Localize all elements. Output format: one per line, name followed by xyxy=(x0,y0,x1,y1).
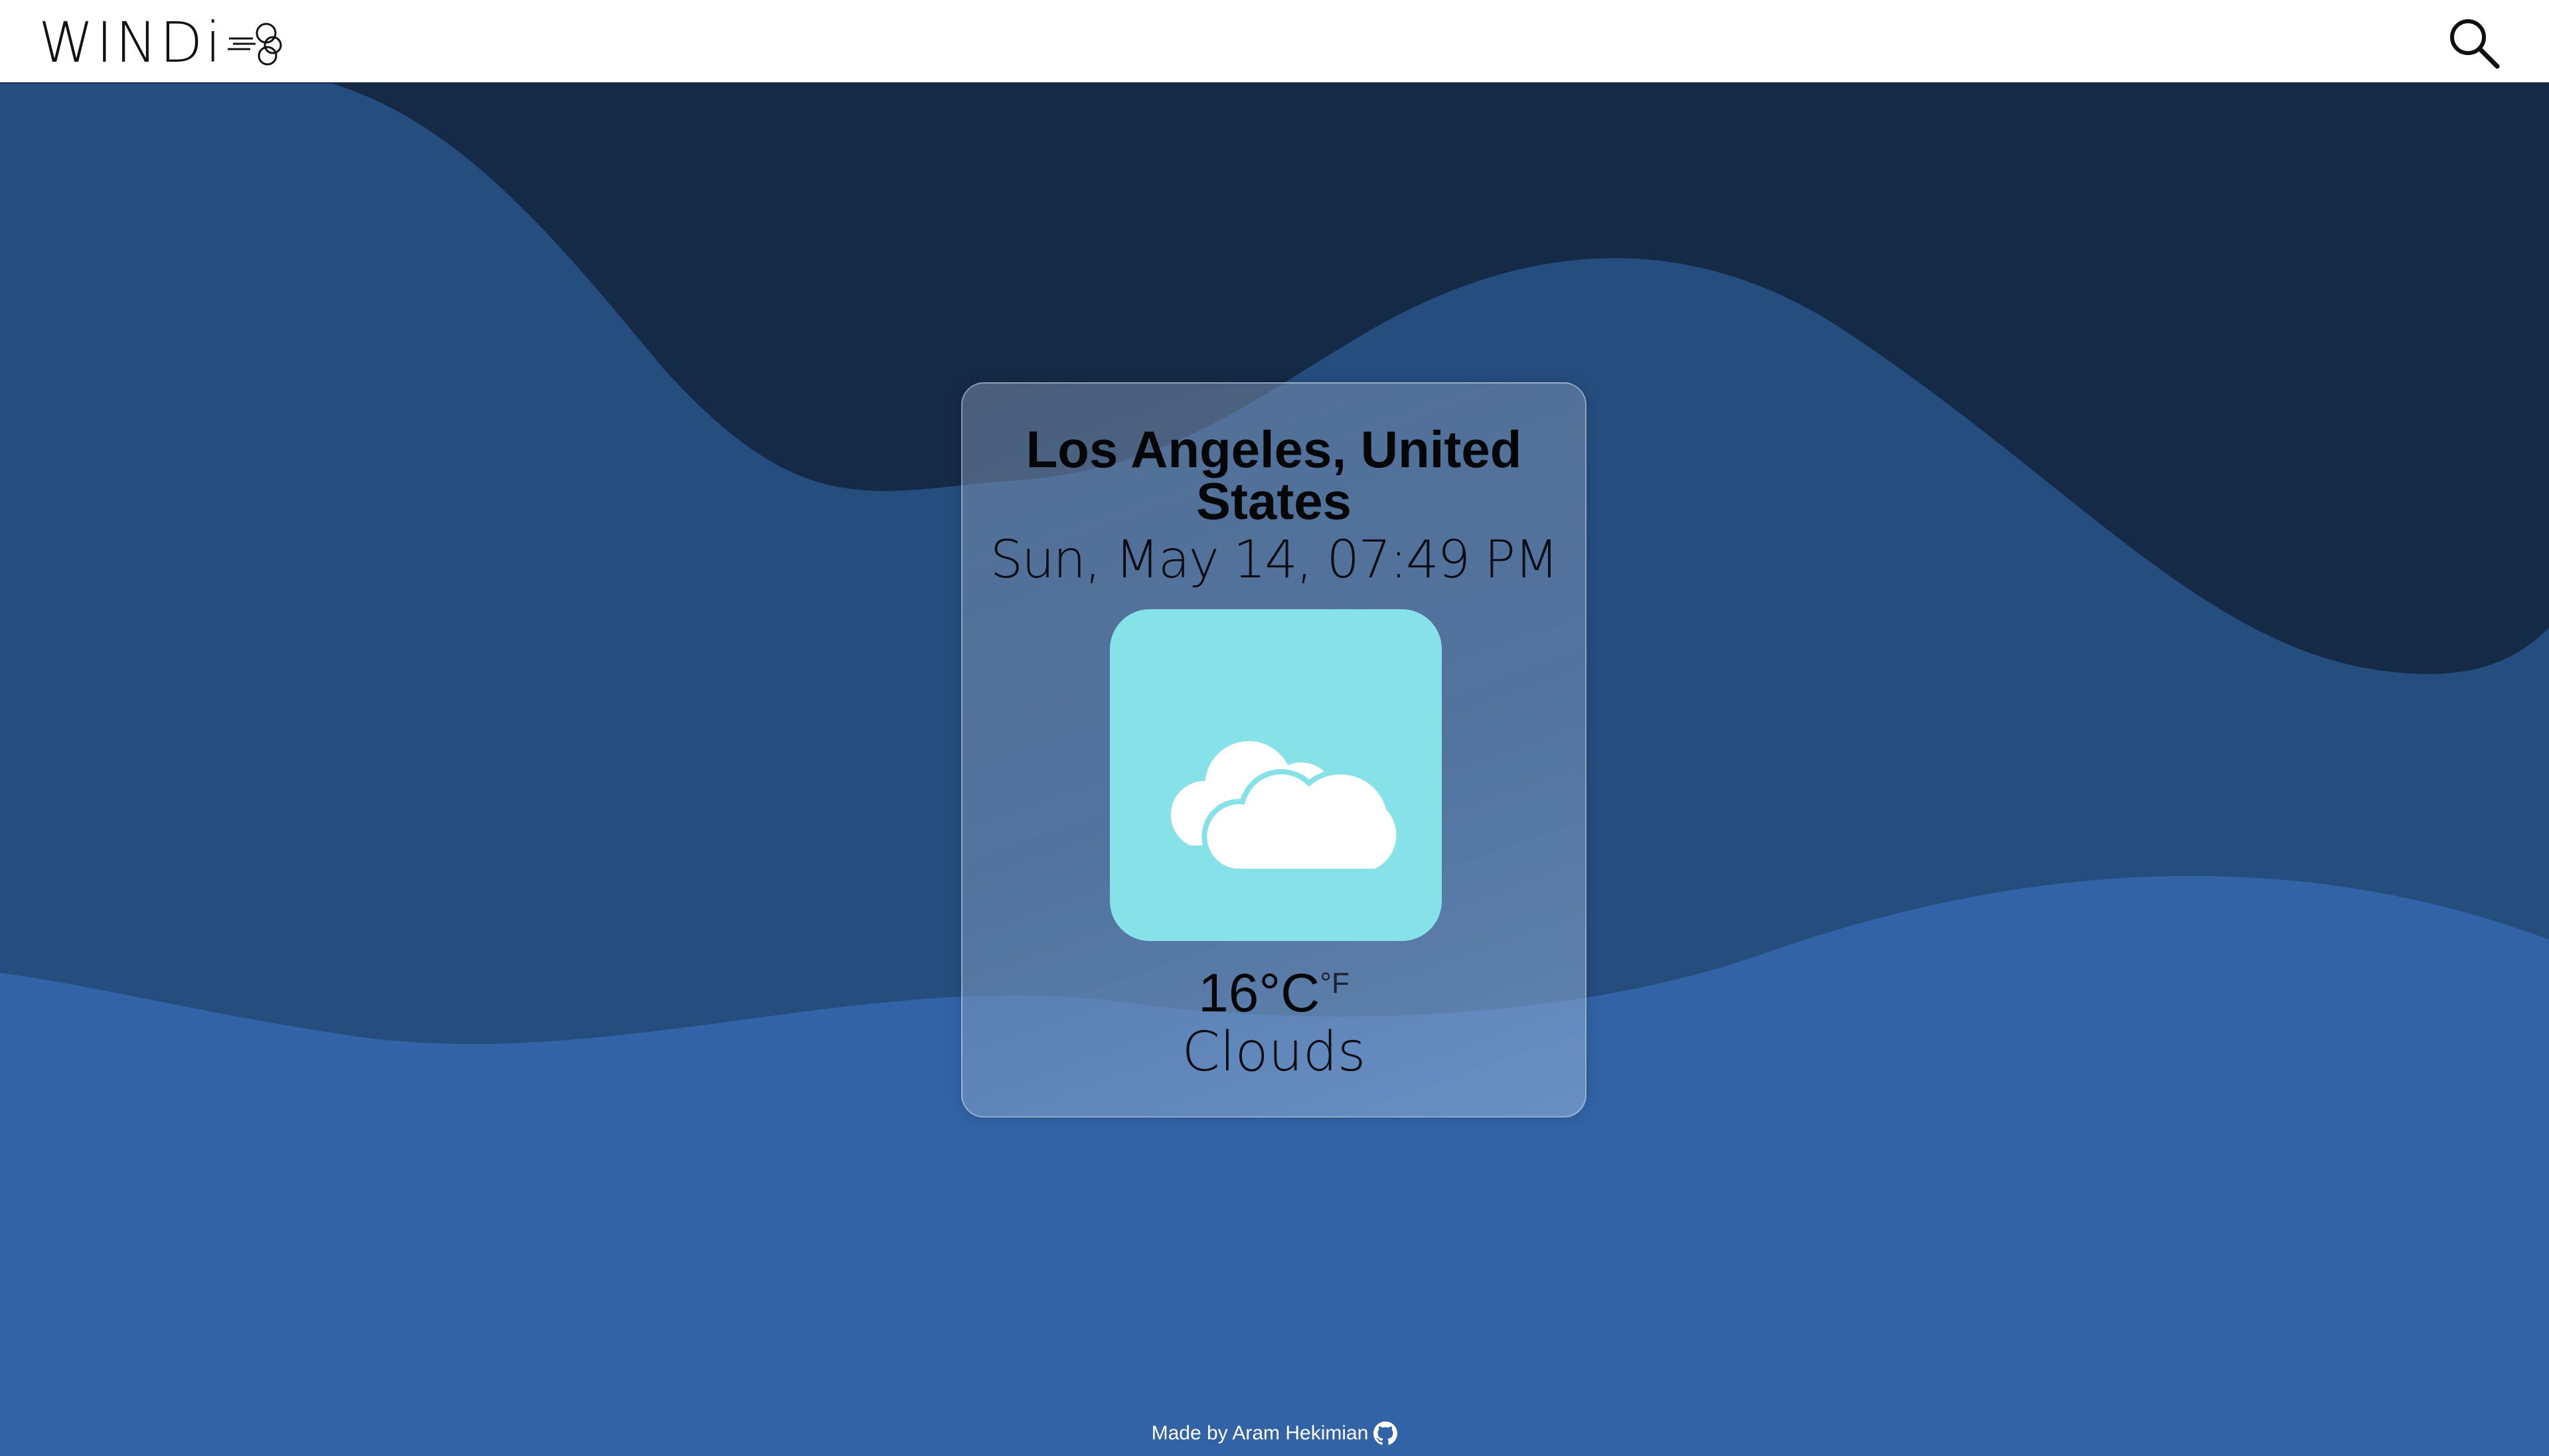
location-title: Los Angeles, United States xyxy=(1026,420,1522,530)
temperature-value: 16°C xyxy=(1198,963,1320,1023)
fahrenheit-toggle[interactable]: °F xyxy=(1320,969,1349,998)
date-time: Sun, May 14, 07:49 PM xyxy=(990,530,1559,590)
search-icon[interactable] xyxy=(2445,15,2501,70)
github-icon[interactable] xyxy=(1373,1421,1398,1445)
footer: Made by Aram Hekimian xyxy=(0,1421,2549,1445)
wind-logo-icon xyxy=(227,23,282,66)
footer-credit: Made by Aram Hekimian xyxy=(1151,1422,1369,1444)
logo-text: WINDi xyxy=(39,10,224,75)
weather-icon-box xyxy=(1110,609,1442,941)
weather-card: Los Angeles, United States Sun, May 14, … xyxy=(961,382,1586,1118)
top-header: WINDi xyxy=(0,0,2549,84)
weather-condition: Clouds xyxy=(1182,1021,1366,1084)
temperature-row: 16°C °F xyxy=(963,964,1585,1023)
clouds-icon xyxy=(1165,735,1402,874)
app-logo[interactable]: WINDi xyxy=(39,12,286,73)
